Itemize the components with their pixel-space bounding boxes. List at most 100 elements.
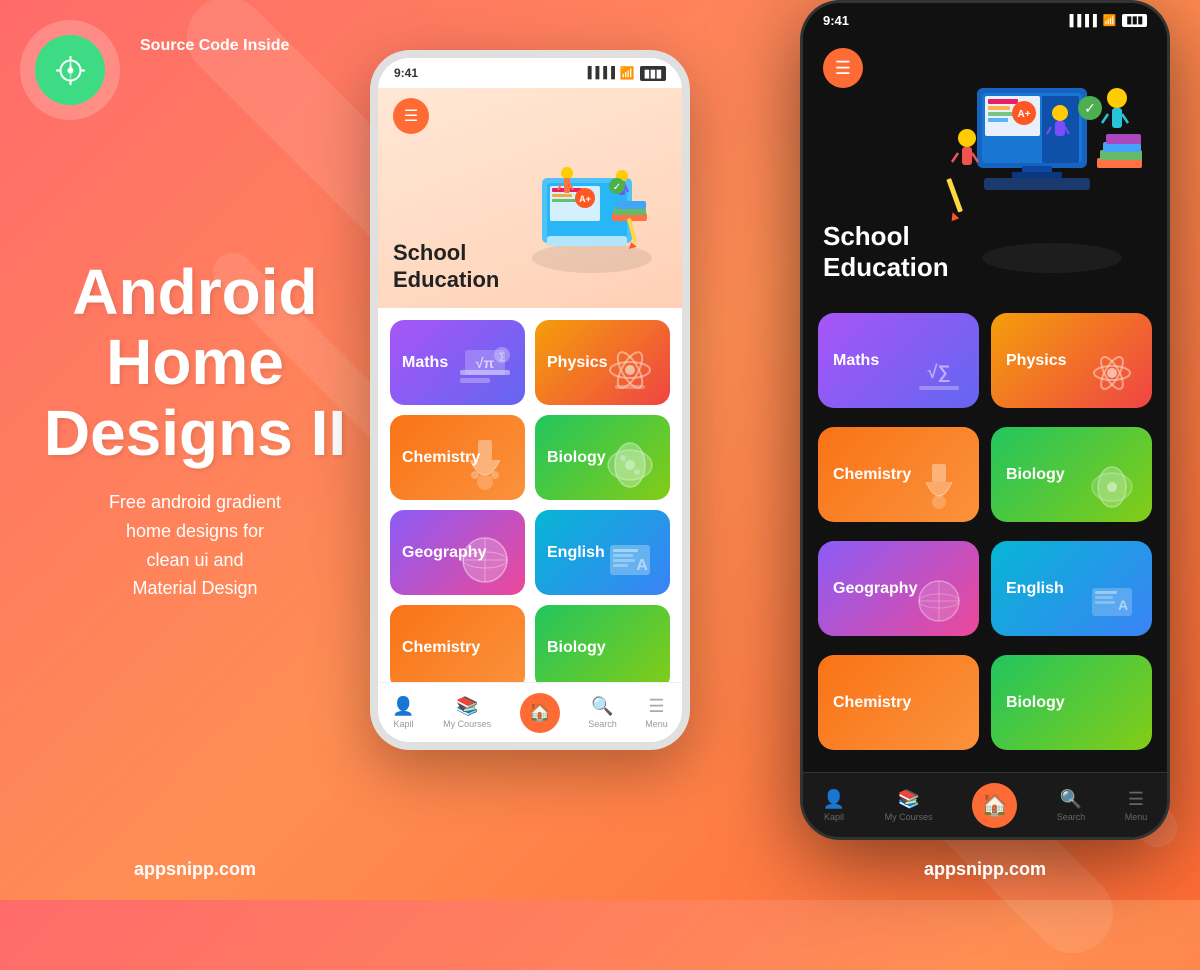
status-icons-dark: ▐▐▐▐ 📶 ▮▮▮ [1066, 14, 1147, 27]
course-label-biology2-dark: Biology [1006, 694, 1065, 712]
illustration-light: A+ [512, 118, 672, 288]
android-logo [20, 20, 120, 120]
dark-nav-kapil-label: Kapil [824, 812, 844, 822]
menu-button-dark[interactable]: ☰ [823, 48, 863, 88]
svg-text:A: A [1118, 597, 1128, 613]
course-card-physics-dark[interactable]: Physics [991, 313, 1152, 408]
logo-icon [35, 35, 105, 105]
dark-nav-home[interactable]: 🏠 [972, 783, 1017, 828]
dark-nav-kapil[interactable]: 👤 Kapil [823, 789, 845, 822]
course-img-biology-dark [1077, 452, 1147, 522]
svg-text:√∑: √∑ [928, 362, 951, 382]
nav-menu-label-light: Menu [645, 719, 668, 729]
course-card-chemistry-dark[interactable]: Chemistry [818, 427, 979, 522]
dark-nav-courses[interactable]: 📚 My Courses [885, 789, 933, 822]
signal-icon-dark: ▐▐▐▐ [1066, 15, 1097, 27]
svg-text:✓: ✓ [1084, 100, 1096, 116]
status-bar-dark: 9:41 ▐▐▐▐ 📶 ▮▮▮ [803, 3, 1167, 38]
course-label-maths-dark: Maths [833, 352, 879, 370]
search-icon-light: 🔍 [591, 696, 613, 717]
left-panel: Source Code Inside AndroidHomeDesigns II… [0, 0, 390, 900]
school-title-light: School Education [393, 240, 499, 293]
course-card-chemistry-light[interactable]: Chemistry [390, 415, 525, 500]
battery-icon-dark: ▮▮▮ [1122, 14, 1147, 27]
svg-text:∑: ∑ [499, 351, 505, 361]
svg-text:A: A [636, 557, 648, 574]
nav-menu-light[interactable]: ☰ Menu [645, 696, 668, 729]
course-label-biology-light: Biology [547, 449, 606, 467]
course-card-geography-dark[interactable]: Geography [818, 541, 979, 636]
website-url-left: appsnipp.com [0, 859, 390, 880]
phone-header-light: ☰ A+ [378, 88, 682, 308]
course-card-biology-dark[interactable]: Biology [991, 427, 1152, 522]
nav-home-light[interactable]: 🏠 [520, 693, 560, 733]
courses-icon-light: 📚 [456, 696, 478, 717]
course-card-english-light[interactable]: English A [535, 510, 670, 595]
dark-search-icon: 🔍 [1060, 789, 1082, 810]
nav-kapil-light[interactable]: 👤 Kapil [392, 696, 414, 729]
dark-header: ☰ A+ [803, 38, 1167, 298]
illustration-dark: A+ [942, 38, 1162, 278]
phone-light-mockup: 9:41 ▐▐▐▐ 📶 ▮▮▮ ☰ [370, 50, 690, 750]
battery-icon-light: ▮▮▮ [640, 66, 666, 81]
home-icon-light: 🏠 [528, 702, 550, 723]
course-card-biology2-light[interactable]: Biology [535, 605, 670, 682]
status-time-dark: 9:41 [823, 13, 849, 28]
signal-icon-light: ▐▐▐▐ [584, 67, 615, 79]
course-img-chemistry-dark [904, 452, 974, 522]
dark-nav-search-label: Search [1057, 812, 1086, 822]
dark-courses-icon: 📚 [897, 789, 919, 810]
dark-nav-search[interactable]: 🔍 Search [1057, 789, 1086, 822]
nav-kapil-label-light: Kapil [393, 719, 413, 729]
bottom-nav-light: 👤 Kapil 📚 My Courses 🏠 🔍 Search ☰ Menu [378, 682, 682, 742]
dark-nav-menu-label: Menu [1125, 812, 1148, 822]
course-label-chemistry-dark: Chemistry [833, 466, 911, 484]
course-label-geography-light: Geography [402, 544, 486, 562]
phone-dark-mockup: 9:41 ▐▐▐▐ 📶 ▮▮▮ ☰ [800, 0, 1170, 840]
svg-text:✓: ✓ [613, 182, 621, 193]
course-card-geography-light[interactable]: Geography [390, 510, 525, 595]
course-img-physics-dark [1077, 338, 1147, 408]
course-card-maths-dark[interactable]: Maths √∑ [818, 313, 979, 408]
course-card-english-dark[interactable]: English A [991, 541, 1152, 636]
nav-courses-label-light: My Courses [443, 719, 491, 729]
course-img-english-light: A [595, 525, 665, 595]
school-title-dark: School Education [823, 221, 949, 283]
course-label-biology2-light: Biology [547, 639, 606, 657]
svg-text:A+: A+ [1017, 109, 1030, 120]
hamburger-icon-light: ☰ [404, 106, 418, 126]
course-img-geography-dark [904, 566, 974, 636]
course-label-english-dark: English [1006, 580, 1064, 598]
nav-search-label-light: Search [588, 719, 617, 729]
course-card-chemistry2-light[interactable]: Chemistry [390, 605, 525, 682]
source-code-label: Source Code Inside [140, 35, 289, 57]
nav-courses-light[interactable]: 📚 My Courses [443, 696, 491, 729]
course-card-biology-light[interactable]: Biology [535, 415, 670, 500]
svg-text:√π: √π [476, 355, 495, 371]
course-card-physics-light[interactable]: Physics [535, 320, 670, 405]
svg-text:A+: A+ [579, 194, 591, 204]
wifi-icon-dark: 📶 [1103, 14, 1117, 27]
course-card-biology2-dark[interactable]: Biology [991, 655, 1152, 750]
status-bar-light: 9:41 ▐▐▐▐ 📶 ▮▮▮ [378, 58, 682, 88]
sub-description: Free android gradienthome designs forcle… [109, 488, 281, 603]
course-card-maths-light[interactable]: Maths √π ∑ [390, 320, 525, 405]
hamburger-icon-dark: ☰ [835, 58, 851, 79]
course-img-maths-light: √π ∑ [450, 335, 520, 405]
dark-nav-courses-label: My Courses [885, 812, 933, 822]
profile-icon-light: 👤 [392, 696, 414, 717]
course-card-chemistry2-dark[interactable]: Chemistry [818, 655, 979, 750]
dark-course-grid: Maths √∑ Physics Chemistry [803, 298, 1167, 772]
course-label-biology-dark: Biology [1006, 466, 1065, 484]
course-grid-light: Maths √π ∑ Physics [378, 308, 682, 682]
menu-button-light[interactable]: ☰ [393, 98, 429, 134]
course-label-chemistry-light: Chemistry [402, 449, 480, 467]
dark-nav-menu[interactable]: ☰ Menu [1125, 789, 1148, 822]
status-time-light: 9:41 [394, 66, 418, 80]
website-url-right: appsnipp.com [800, 859, 1170, 880]
nav-search-light[interactable]: 🔍 Search [588, 696, 617, 729]
course-label-english-light: English [547, 544, 605, 562]
course-label-chemistry2-dark: Chemistry [833, 694, 911, 712]
home-icon-wrap-light: 🏠 [520, 693, 560, 733]
course-img-english-dark: A [1077, 566, 1147, 636]
